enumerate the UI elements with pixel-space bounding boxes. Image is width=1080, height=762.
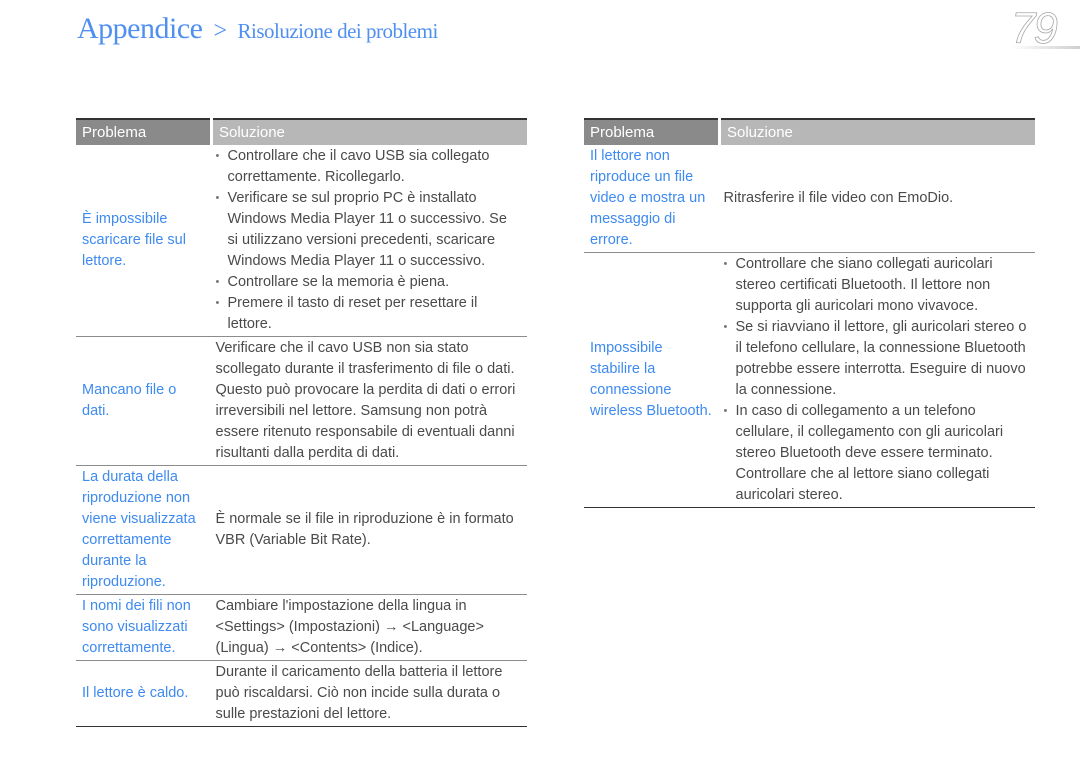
subsection-title: Risoluzione dei problemi bbox=[237, 19, 439, 43]
solution-cell: Controllare che siano collegati auricola… bbox=[719, 252, 1035, 508]
table-header-row: Problema Soluzione bbox=[584, 118, 1035, 145]
solution-cell: Durante il caricamento della batteria il… bbox=[211, 660, 527, 727]
column-header-problem: Problema bbox=[76, 118, 213, 145]
table-header-row: Problema Soluzione bbox=[76, 118, 527, 145]
page-number-underline bbox=[1010, 46, 1080, 49]
troubleshooting-table-right: Problema Soluzione Il lettore non riprod… bbox=[584, 118, 1035, 508]
solution-cell: Controllare che il cavo USB sia collegat… bbox=[211, 145, 527, 337]
page-title: Appendice > Risoluzione dei problemi bbox=[77, 12, 438, 46]
solution-bullet: Controllare che siano collegati auricola… bbox=[724, 254, 1030, 317]
table-row: I nomi dei fili non sono visualizzati co… bbox=[76, 594, 527, 661]
breadcrumb-separator: > bbox=[213, 18, 227, 44]
problem-cell: Mancano file o dati. bbox=[76, 336, 212, 466]
solution-cell: Ritrasferire il file video con EmoDio. bbox=[719, 145, 1035, 253]
table-row: Impossibile stabilire la connessione wir… bbox=[584, 252, 1035, 508]
table-row: Il lettore è caldo. Durante il caricamen… bbox=[76, 660, 527, 727]
problem-cell: È impossibile scaricare file sul lettore… bbox=[76, 145, 212, 337]
solution-bullet: Se si riavviano il lettore, gli auricola… bbox=[724, 317, 1030, 401]
solution-cell: Cambiare l'impostazione della lingua in … bbox=[211, 594, 527, 661]
column-header-solution: Soluzione bbox=[211, 118, 527, 145]
problem-cell: Il lettore non riproduce un file video e… bbox=[584, 145, 720, 253]
column-header-problem: Problema bbox=[584, 118, 721, 145]
table-row: Il lettore non riproduce un file video e… bbox=[584, 145, 1035, 253]
column-header-solution: Soluzione bbox=[719, 118, 1035, 145]
table-row: Mancano file o dati. Verificare che il c… bbox=[76, 336, 527, 466]
solution-cell: È normale se il file in riproduzione è i… bbox=[211, 465, 527, 595]
solution-list: Controllare che il cavo USB sia collegat… bbox=[216, 146, 522, 335]
troubleshooting-table-left: Problema Soluzione È impossibile scarica… bbox=[76, 118, 527, 727]
table-row: È impossibile scaricare file sul lettore… bbox=[76, 145, 527, 337]
solution-bullet: Controllare se la memoria è piena. bbox=[216, 272, 522, 293]
solution-bullet: Premere il tasto di reset per resettare … bbox=[216, 293, 522, 335]
problem-cell: Il lettore è caldo. bbox=[76, 660, 212, 727]
solution-bullet: Verificare se sul proprio PC è installat… bbox=[216, 188, 522, 272]
problem-cell: La durata della riproduzione non viene v… bbox=[76, 465, 212, 595]
problem-cell: I nomi dei fili non sono visualizzati co… bbox=[76, 594, 212, 661]
section-title: Appendice bbox=[77, 12, 203, 45]
solution-bullet: Controllare che il cavo USB sia collegat… bbox=[216, 146, 522, 188]
table-row: La durata della riproduzione non viene v… bbox=[76, 465, 527, 595]
solution-cell: Verificare che il cavo USB non sia stato… bbox=[211, 336, 527, 466]
solution-bullet: In caso di collegamento a un telefono ce… bbox=[724, 401, 1030, 506]
problem-cell: Impossibile stabilire la connessione wir… bbox=[584, 252, 720, 508]
solution-list: Controllare che siano collegati auricola… bbox=[724, 254, 1030, 506]
